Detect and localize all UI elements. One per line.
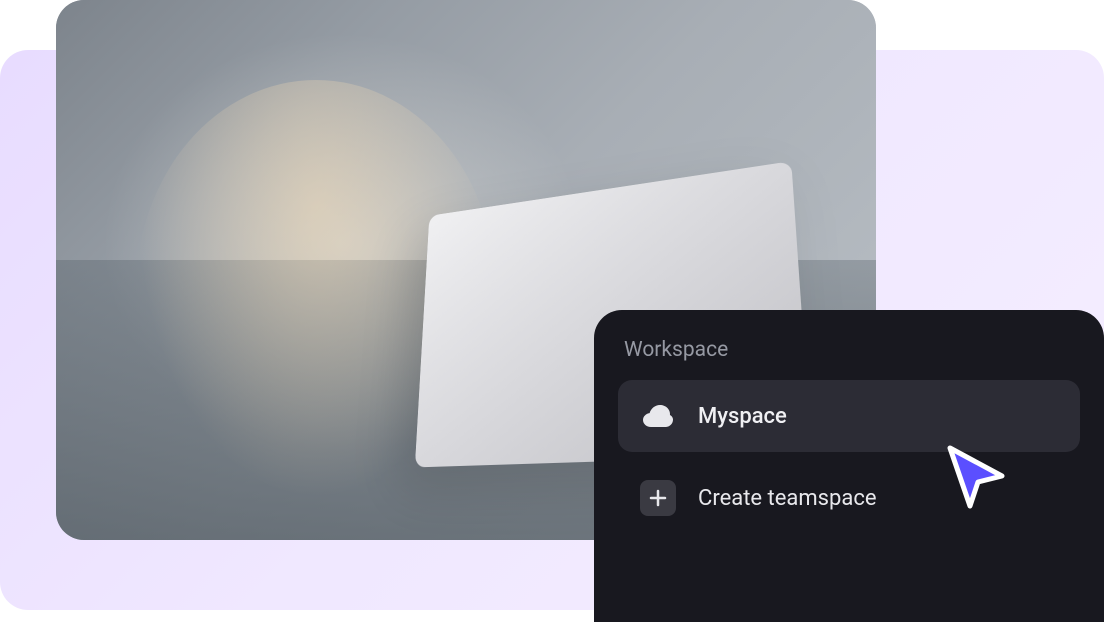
workspace-menu: Workspace Myspace Create teamspace [594, 310, 1104, 622]
plus-icon [640, 480, 676, 516]
workspace-item-label: Myspace [698, 404, 787, 429]
cloud-icon [640, 398, 676, 434]
workspace-item-label: Create teamspace [698, 486, 877, 511]
workspace-menu-header: Workspace [618, 338, 1080, 362]
cursor-pointer-icon [938, 440, 1014, 516]
